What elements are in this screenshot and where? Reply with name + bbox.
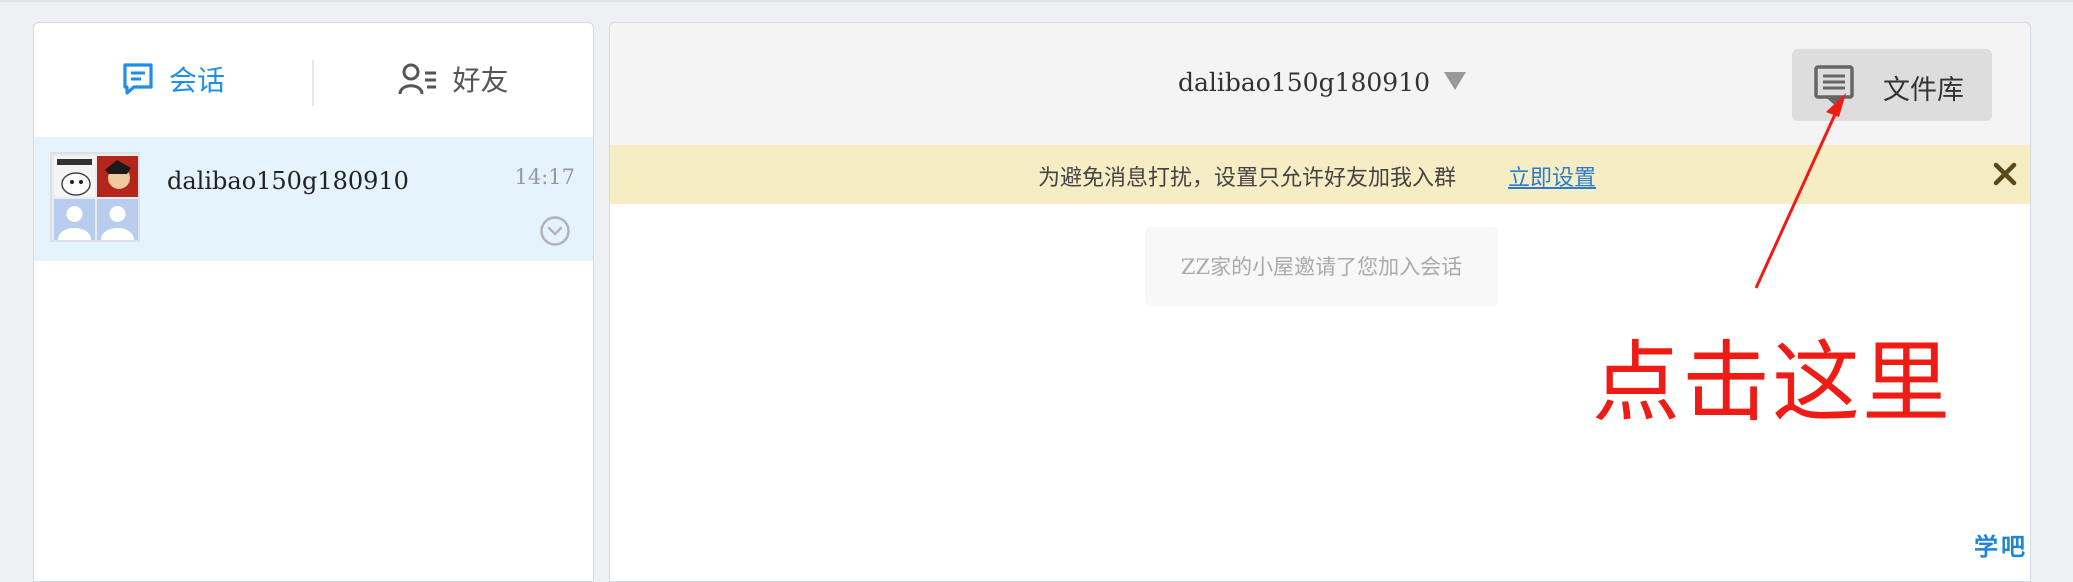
chat-panel: dalibao150g180910 文件库 为避免消息打扰，设置只允许好友加我入…	[609, 22, 2031, 582]
conversation-name: dalibao150g180910	[167, 167, 409, 195]
tab-conversations-label: 会话	[168, 64, 225, 97]
group-avatar	[50, 152, 140, 242]
chat-bubble-icon	[123, 63, 153, 95]
file-library-icon	[1814, 65, 1854, 105]
member-avatar	[54, 156, 95, 197]
caret-down-icon	[1444, 71, 1467, 90]
tab-bar: 会话 好友	[34, 23, 593, 135]
close-icon[interactable]	[1990, 159, 2020, 189]
tab-conversations[interactable]: 会话	[34, 23, 312, 135]
annotation-label: 点击这里	[1592, 331, 1953, 434]
system-message: ZZ家的小屋邀请了您加入会话	[1145, 227, 1498, 307]
chat-header: dalibao150g180910 文件库	[610, 23, 2030, 145]
top-border	[0, 0, 2073, 2]
chevron-down-circle-icon[interactable]	[539, 215, 571, 247]
notice-settings-link[interactable]: 立即设置	[1508, 160, 1596, 192]
conversation-item[interactable]: dalibao150g180910 14:17	[34, 137, 593, 261]
conversation-time: 14:17	[514, 165, 575, 189]
chat-title-dropdown[interactable]: dalibao150g180910	[1178, 68, 1467, 97]
file-library-button[interactable]: 文件库	[1792, 49, 1992, 121]
member-avatar	[54, 199, 95, 240]
notice-text: 为避免消息打扰，设置只允许好友加我入群	[1038, 166, 1457, 191]
member-avatar	[97, 199, 138, 240]
contacts-icon	[398, 63, 437, 95]
chat-title: dalibao150g180910	[1178, 68, 1431, 97]
tab-friends-label: 好友	[452, 64, 509, 97]
tab-friends[interactable]: 好友	[312, 23, 593, 135]
member-avatar	[97, 156, 138, 197]
file-library-label: 文件库	[1883, 75, 1964, 106]
watermark: 学吧	[1974, 533, 2028, 561]
conversation-panel: 会话 好友 dalibao150g180910 14:17	[33, 22, 594, 582]
system-message-text: ZZ家的小屋邀请了您加入会话	[1180, 255, 1463, 279]
notice-bar: 为避免消息打扰，设置只允许好友加我入群 立即设置	[610, 145, 2030, 204]
